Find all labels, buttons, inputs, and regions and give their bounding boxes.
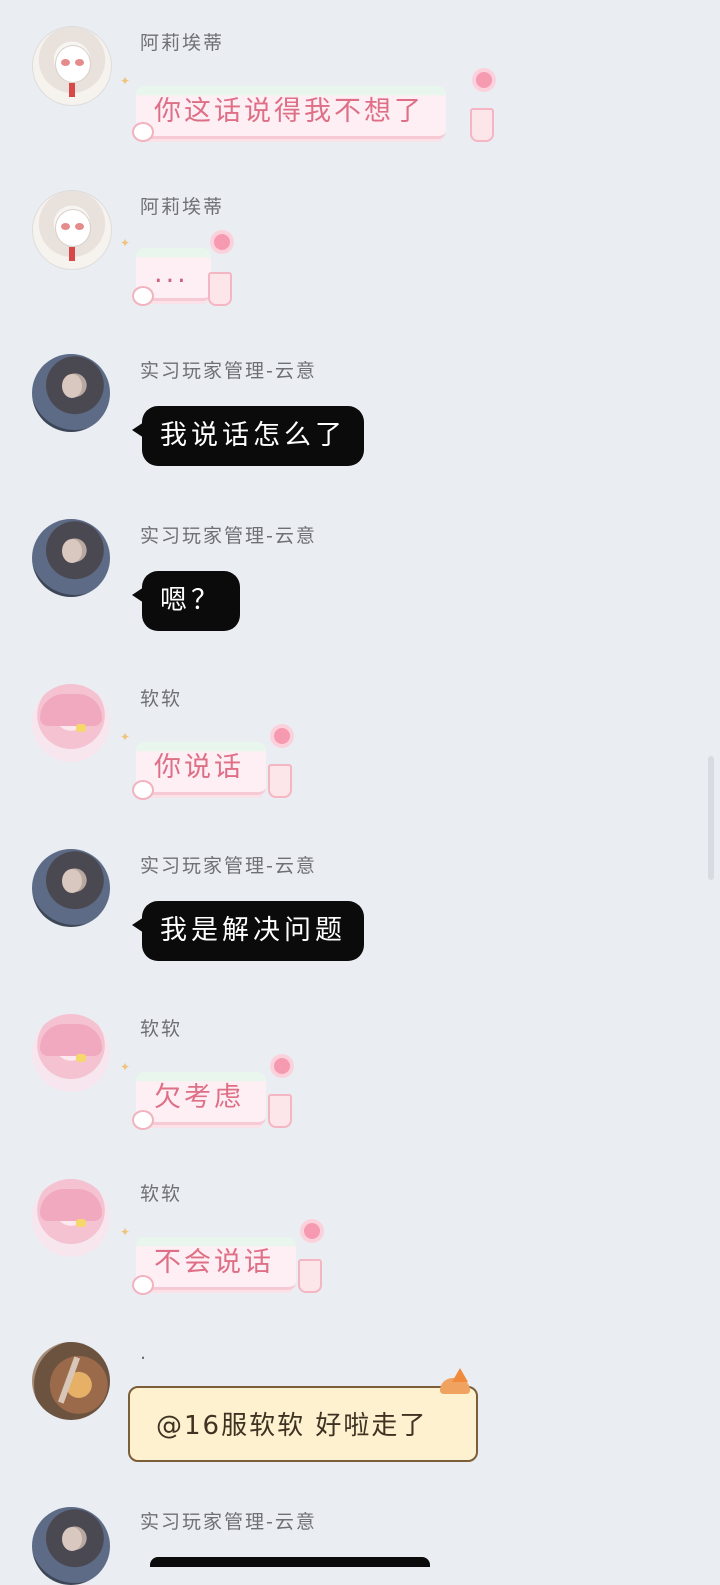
message-text[interactable]: 我说话怎么了 xyxy=(142,406,364,466)
star-icon: ✦ xyxy=(120,1225,131,1239)
flower-icon xyxy=(274,1058,290,1074)
star-icon: ✦ xyxy=(120,74,131,88)
flower-icon xyxy=(476,72,492,88)
sender-name: 实习玩家管理-云意 xyxy=(140,360,317,382)
bunny-icon xyxy=(132,1275,154,1295)
flower-icon xyxy=(214,234,230,250)
sender-name: 软软 xyxy=(140,1183,183,1205)
avatar[interactable] xyxy=(32,1014,110,1092)
message-bubble[interactable]: ✦ 你这话说得我不想了 xyxy=(120,72,494,142)
star-icon: ✦ xyxy=(120,1060,131,1074)
cup-icon xyxy=(208,272,232,306)
scrollbar[interactable] xyxy=(708,756,714,880)
avatar[interactable] xyxy=(32,190,112,270)
sender-name: 软软 xyxy=(140,1018,183,1040)
sender-name: 阿莉埃蒂 xyxy=(140,32,225,54)
sender-name: 阿莉埃蒂 xyxy=(140,196,225,218)
cup-icon xyxy=(268,1094,292,1128)
avatar[interactable] xyxy=(32,26,112,106)
avatar[interactable] xyxy=(32,519,110,597)
bunny-icon xyxy=(132,286,154,306)
cup-icon xyxy=(298,1259,322,1293)
message-text: 欠考虑 xyxy=(136,1072,266,1125)
sender-name: 实习玩家管理-云意 xyxy=(140,1511,317,1533)
message-text: 你说话 xyxy=(136,742,266,795)
sender-name: 实习玩家管理-云意 xyxy=(140,525,317,547)
bunny-icon xyxy=(132,780,154,800)
message-text[interactable]: 我是解决问题 xyxy=(142,901,364,961)
bunny-icon xyxy=(132,1110,154,1130)
cup-icon xyxy=(470,108,494,142)
bunny-icon xyxy=(132,122,154,142)
message-bubble[interactable]: @16服软软 好啦走了 xyxy=(0,1368,720,1470)
message-bubble[interactable]: ✦ 欠考虑 xyxy=(120,1058,292,1130)
avatar[interactable] xyxy=(32,1507,110,1585)
flower-icon xyxy=(274,728,290,744)
message-text: @16服软软 好啦走了 xyxy=(128,1386,478,1462)
avatar[interactable] xyxy=(32,1179,110,1257)
sender-name: 实习玩家管理-云意 xyxy=(140,855,317,877)
avatar[interactable] xyxy=(32,684,110,762)
cat-ear-icon xyxy=(452,1368,468,1382)
message-bubble[interactable]: ✦ 不会说话 xyxy=(120,1223,322,1295)
avatar[interactable] xyxy=(32,354,110,432)
message-bubble[interactable]: ✦ ... xyxy=(120,234,232,306)
message-text[interactable]: 嗯？ xyxy=(142,571,240,631)
cup-icon xyxy=(268,764,292,798)
sender-name: . xyxy=(140,1342,149,1364)
message-bubble[interactable] xyxy=(150,1557,430,1567)
star-icon: ✦ xyxy=(120,730,131,744)
avatar[interactable] xyxy=(32,849,110,927)
message-text: 你这话说得我不想了 xyxy=(136,86,446,139)
flower-icon xyxy=(304,1223,320,1239)
message-bubble[interactable]: ✦ 你说话 xyxy=(120,728,292,800)
sender-name: 软软 xyxy=(140,688,183,710)
star-icon: ✦ xyxy=(120,236,131,250)
message-text: 不会说话 xyxy=(136,1237,296,1290)
